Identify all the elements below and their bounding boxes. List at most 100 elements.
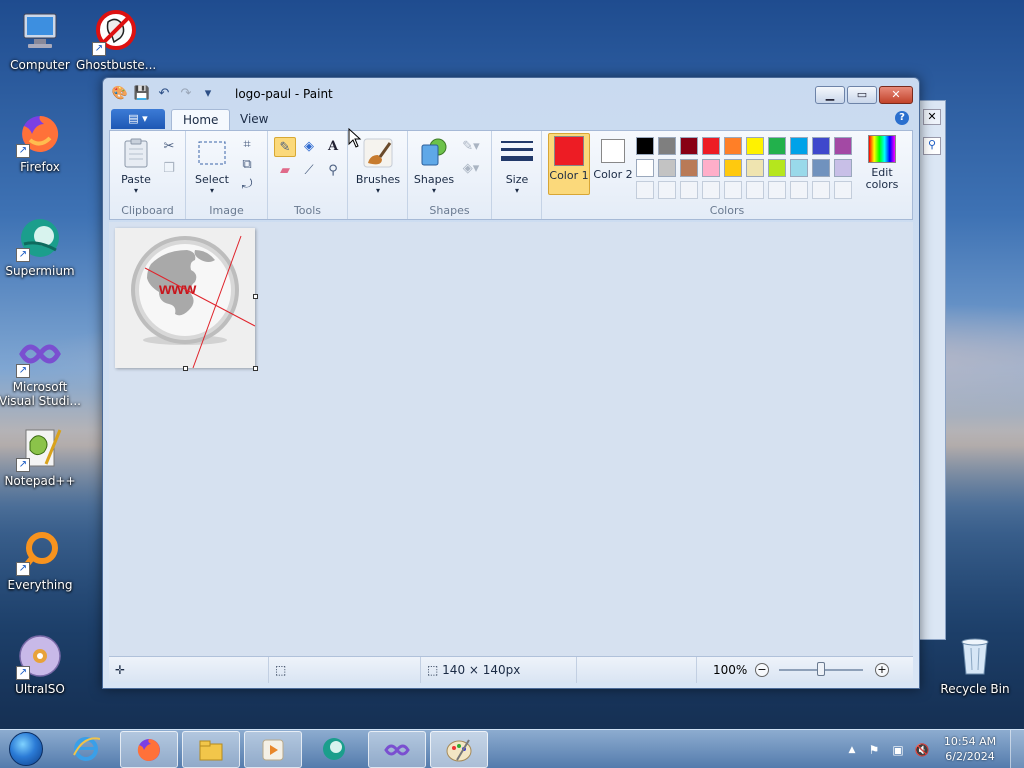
palette-swatch[interactable] (680, 159, 698, 177)
edit-colors-button[interactable]: Edit colors (858, 135, 906, 191)
ribbon-tabs: ▤ ▾ Home View ? (109, 108, 913, 130)
palette-swatch[interactable] (812, 159, 830, 177)
palette-swatch[interactable] (636, 159, 654, 177)
taskbar-file-explorer[interactable] (182, 731, 240, 768)
zoom-out-button[interactable]: − (755, 663, 769, 677)
taskbar-media-player[interactable] (244, 731, 302, 768)
desktop-icon-notepadpp[interactable]: ↗ Notepad++ (0, 424, 80, 488)
palette-swatch[interactable] (680, 137, 698, 155)
desktop-icon-computer[interactable]: Computer (0, 8, 80, 72)
palette-swatch[interactable] (768, 137, 786, 155)
taskbar-internet-explorer[interactable] (58, 731, 116, 768)
desktop-icon-firefox[interactable]: ↗ Firefox (0, 110, 80, 174)
minimize-button[interactable]: ▁ (815, 86, 845, 104)
palette-swatch[interactable] (724, 137, 742, 155)
resize-icon[interactable]: ⧉ (236, 155, 258, 175)
search-icon[interactable]: ⚲ (923, 137, 941, 155)
palette-swatch-empty[interactable] (658, 181, 676, 199)
start-button[interactable] (4, 730, 48, 768)
zoom-in-button[interactable]: + (875, 663, 889, 677)
help-icon[interactable]: ? (895, 111, 909, 125)
color1-button[interactable]: Color 1 (548, 133, 590, 195)
palette-swatch-empty[interactable] (768, 181, 786, 199)
magnifier-icon[interactable]: ⚲ (322, 161, 344, 181)
size-button[interactable]: Size ▾ (496, 137, 538, 195)
select-button[interactable]: Select ▾ (192, 137, 232, 195)
palette-swatch[interactable] (790, 137, 808, 155)
clock[interactable]: 10:54 AM 6/2/2024 (940, 734, 1000, 764)
desktop-icon-ultraiso[interactable]: ↗ UltraISO (0, 632, 80, 696)
title-bar[interactable]: 🎨 💾 ↶ ↷ ▾ logo-paul - Paint ▁ ▭ ✕ (103, 78, 919, 108)
palette-swatch[interactable] (790, 159, 808, 177)
rotate-icon[interactable]: ⤾ (236, 175, 258, 195)
volume-muted-icon[interactable]: 🔇 (914, 742, 930, 758)
palette-swatch-empty[interactable] (636, 181, 654, 199)
cut-icon[interactable]: ✂ (158, 137, 180, 157)
eraser-icon[interactable]: ▰ (274, 161, 296, 181)
shapes-button[interactable]: Shapes ▾ (412, 137, 456, 195)
clock-time: 10:54 AM (943, 735, 997, 748)
palette-swatch[interactable] (658, 137, 676, 155)
outline-icon[interactable]: ✎▾ (460, 137, 482, 157)
paint-window[interactable]: 🎨 💾 ↶ ↷ ▾ logo-paul - Paint ▁ ▭ ✕ ▤ ▾ Ho… (102, 77, 920, 689)
shape-fill-icon[interactable]: ◈▾ (460, 159, 482, 179)
pencil-icon[interactable]: ✎ (274, 137, 296, 157)
palette-swatch-empty[interactable] (746, 181, 764, 199)
palette-swatch[interactable] (834, 137, 852, 155)
desktop-icon-visual-studio[interactable]: ↗ Microsoft Visual Studi... (0, 330, 81, 408)
palette-swatch[interactable] (658, 159, 676, 177)
action-center-flag-icon[interactable]: ⚑ (866, 742, 882, 758)
palette-swatch-empty[interactable] (790, 181, 808, 199)
tab-view[interactable]: View (229, 109, 279, 130)
redo-icon[interactable]: ↷ (177, 86, 195, 102)
close-icon[interactable]: ✕ (923, 109, 941, 125)
color2-button[interactable]: Color 2 (592, 133, 634, 195)
resize-handle-corner[interactable] (253, 366, 258, 371)
palette-swatch[interactable] (702, 159, 720, 177)
crop-icon[interactable]: ⌗ (236, 135, 258, 155)
network-icon[interactable]: ▣ (890, 742, 906, 758)
background-window[interactable]: ✕ ⚲ (918, 100, 946, 640)
text-icon[interactable]: A (322, 137, 344, 157)
undo-icon[interactable]: ↶ (155, 86, 173, 102)
palette-swatch-empty[interactable] (834, 181, 852, 199)
palette-swatch[interactable] (746, 159, 764, 177)
desktop-icon-recycle-bin[interactable]: Recycle Bin (935, 632, 1015, 696)
maximize-button[interactable]: ▭ (847, 86, 877, 104)
close-button[interactable]: ✕ (879, 86, 913, 104)
palette-swatch[interactable] (812, 137, 830, 155)
palette-swatch-empty[interactable] (680, 181, 698, 199)
palette-swatch[interactable] (834, 159, 852, 177)
save-icon[interactable]: 💾 (133, 86, 151, 102)
desktop-icon-everything[interactable]: ↗ Everything (0, 528, 80, 592)
show-desktop-button[interactable] (1010, 730, 1024, 768)
fill-icon[interactable]: ◈ (298, 137, 320, 157)
resize-handle-right[interactable] (253, 294, 258, 299)
copy-icon[interactable]: ❐ (158, 159, 180, 179)
palette-swatch[interactable] (724, 159, 742, 177)
desktop-icon-supermium[interactable]: ↗ Supermium (0, 214, 80, 278)
taskbar-visual-studio[interactable] (368, 731, 426, 768)
paste-button[interactable]: Paste ▾ (116, 137, 156, 195)
zoom-slider-thumb[interactable] (817, 662, 825, 676)
color-picker-icon[interactable]: ⟋ (298, 161, 320, 181)
taskbar-firefox[interactable] (120, 731, 178, 768)
canvas-area[interactable]: www (109, 222, 913, 656)
show-hidden-icons-icon[interactable]: ▲ (844, 742, 860, 758)
desktop-icon-ghostbusters[interactable]: ↗ Ghostbuste... (76, 8, 156, 72)
tab-home[interactable]: Home (171, 109, 231, 130)
palette-swatch[interactable] (746, 137, 764, 155)
palette-swatch-empty[interactable] (812, 181, 830, 199)
taskbar-supermium[interactable] (306, 731, 364, 768)
file-menu-button[interactable]: ▤ ▾ (111, 109, 165, 129)
palette-swatch-empty[interactable] (724, 181, 742, 199)
customize-icon[interactable]: ▾ (199, 86, 217, 102)
palette-swatch-empty[interactable] (702, 181, 720, 199)
palette-swatch[interactable] (702, 137, 720, 155)
paint-app-icon[interactable]: 🎨 (111, 86, 129, 102)
drawing-canvas[interactable]: www (115, 228, 256, 369)
taskbar-paint[interactable] (430, 731, 488, 768)
palette-swatch[interactable] (768, 159, 786, 177)
palette-swatch[interactable] (636, 137, 654, 155)
resize-handle-bottom[interactable] (183, 366, 188, 371)
